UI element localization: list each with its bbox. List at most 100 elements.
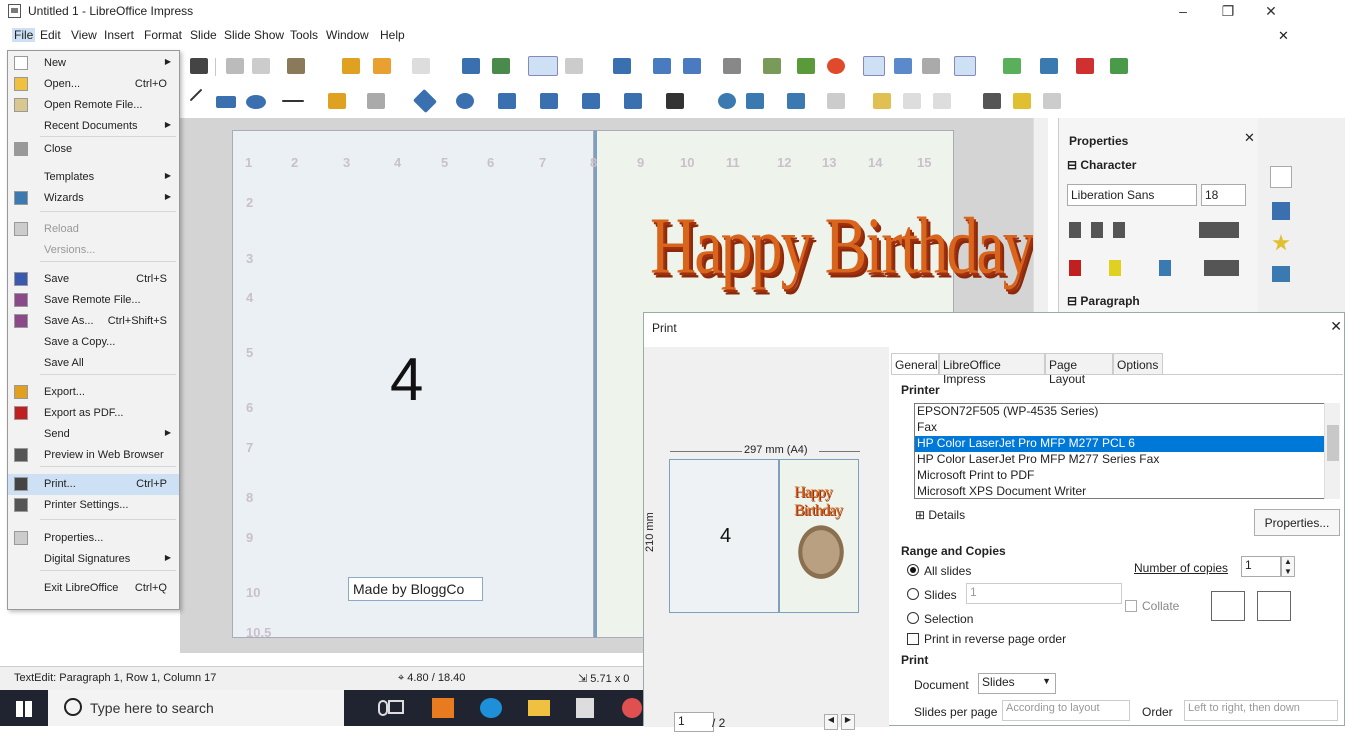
file-menu-item-digital-signatures[interactable]: Digital Signatures ▶ (8, 549, 179, 570)
font-color-icons[interactable] (1069, 260, 1239, 276)
restore-button[interactable]: ❐ (1205, 0, 1251, 24)
file-explorer-icon[interactable] (528, 700, 550, 716)
undo-icon[interactable] (373, 58, 391, 74)
menu-slide-show[interactable]: Slide Show (224, 28, 284, 42)
ellipse-icon[interactable] (246, 95, 266, 109)
text-box-icon[interactable] (863, 56, 885, 76)
character-section[interactable]: ⊟ Character (1067, 158, 1136, 172)
menu-insert[interactable]: Insert (104, 28, 134, 42)
basic-shapes-icon[interactable] (412, 88, 438, 114)
flowchart-icon[interactable] (540, 93, 558, 109)
file-menu-item-save-as[interactable]: Save As... Ctrl+Shift+S (8, 311, 179, 332)
stars-icon[interactable] (624, 93, 642, 109)
rotate-icon[interactable] (718, 93, 736, 109)
crop-icon[interactable] (903, 93, 921, 109)
printer-option[interactable]: HP Color LaserJet Pro MFP M277 Series Fa… (915, 452, 1325, 468)
file-menu-item-templates[interactable]: Templates ▶ (8, 167, 179, 188)
redo-icon[interactable] (412, 58, 430, 74)
document-select[interactable]: Slides ▼ (978, 673, 1056, 694)
slides-per-page-select[interactable]: According to layout (1002, 700, 1130, 721)
close-sidebar-icon[interactable]: ✕ (1244, 130, 1255, 146)
copies-spinner[interactable]: ▲ ▼ (1281, 556, 1295, 577)
copy-icon[interactable] (252, 58, 270, 74)
toggle-extrusion-icon[interactable] (1043, 93, 1061, 109)
table-icon[interactable] (723, 58, 741, 74)
points-icon[interactable] (983, 93, 1001, 109)
font-size-field[interactable]: 18 (1201, 184, 1246, 206)
tab-options[interactable]: Options (1113, 353, 1163, 375)
slide-icon[interactable] (613, 58, 631, 74)
menu-edit[interactable]: Edit (40, 28, 61, 42)
taskbar-search-box[interactable]: Type here to search (48, 690, 344, 726)
selection-radio[interactable] (907, 612, 919, 624)
fontwork-icon[interactable] (894, 58, 912, 74)
character-format-icons[interactable] (1069, 222, 1239, 238)
file-menu-item-close[interactable]: Close (8, 139, 179, 160)
menu-view[interactable]: View (71, 28, 97, 42)
symbol-shapes-icon[interactable] (456, 93, 474, 109)
file-menu-item-save[interactable]: Save Ctrl+S (8, 269, 179, 290)
print-icon[interactable] (190, 58, 208, 74)
file-menu-item-save-remote-file[interactable]: Save Remote File... (8, 290, 179, 311)
connectors-icon[interactable] (367, 93, 385, 109)
spelling-icon[interactable] (492, 58, 510, 74)
order-select[interactable]: Left to right, then down (1184, 700, 1338, 721)
slides-radio[interactable] (907, 588, 919, 600)
copies-field[interactable]: 1 (1241, 556, 1281, 577)
printer-option[interactable]: Microsoft Print to PDF (915, 468, 1325, 484)
3d-objects-icon[interactable] (666, 93, 684, 109)
file-menu-item-preview-in-web-browser[interactable]: Preview in Web Browser (8, 445, 179, 466)
menu-format[interactable]: Format (144, 28, 182, 42)
file-menu-item-save-all[interactable]: Save All (8, 353, 179, 374)
file-menu-item-printer-settings[interactable]: Printer Settings... (8, 495, 179, 516)
snap-guide-icon[interactable] (954, 56, 976, 76)
start-current-slide-icon[interactable] (683, 58, 701, 74)
printer-option[interactable]: EPSON72F505 (WP-4535 Series) (915, 404, 1325, 420)
file-menu-item-recent-documents[interactable]: Recent Documents ▶ (8, 116, 179, 137)
shadow-icon[interactable] (873, 93, 891, 109)
windows-start-icon[interactable] (16, 701, 32, 717)
cut-icon[interactable] (226, 58, 244, 74)
distribute-icon[interactable] (827, 93, 845, 109)
paragraph-section[interactable]: ⊟ Paragraph (1067, 294, 1140, 308)
microphone-icon[interactable] (378, 700, 388, 716)
arrow-line-icon[interactable] (282, 100, 304, 102)
rectangle-icon[interactable] (216, 96, 236, 108)
slide-transition-icon[interactable] (1272, 202, 1290, 220)
collate-checkbox[interactable] (1125, 600, 1137, 612)
prev-page-button[interactable]: ◀ (824, 714, 838, 730)
duplicate-slide-icon[interactable] (1040, 58, 1058, 74)
arrange-icon[interactable] (787, 93, 805, 109)
connector-icon[interactable] (922, 58, 940, 74)
file-menu-item-export-as-pdf[interactable]: Export as PDF... (8, 403, 179, 424)
made-by-textbox[interactable]: Made by BloggCo (348, 577, 483, 601)
menu-window[interactable]: Window (326, 28, 369, 42)
helplines-icon[interactable] (565, 58, 583, 74)
display-grid-icon[interactable] (528, 56, 558, 76)
printer-list-scrollbar[interactable] (1324, 403, 1340, 499)
task-view-icon[interactable] (388, 700, 404, 714)
master-slides-icon[interactable] (1272, 266, 1290, 282)
file-menu-item-properties[interactable]: Properties... (8, 528, 179, 549)
file-menu-item-wizards[interactable]: Wizards ▶ (8, 188, 179, 209)
calculator-icon[interactable] (576, 698, 594, 718)
file-menu-item-open-remote-file[interactable]: Open Remote File... (8, 95, 179, 116)
font-name-field[interactable]: Liberation Sans (1067, 184, 1197, 206)
new-slide-icon[interactable] (1003, 58, 1021, 74)
printer-list[interactable]: EPSON72F505 (WP-4535 Series) Fax HP Color … (914, 403, 1340, 499)
glue-points-icon[interactable] (1013, 93, 1031, 109)
line-icon[interactable] (189, 88, 203, 102)
file-menu-item-new[interactable]: New ▶ (8, 53, 179, 74)
paste-icon[interactable] (287, 58, 305, 74)
filter-icon[interactable] (933, 93, 951, 109)
file-menu-item-print[interactable]: Print... Ctrl+P (8, 474, 179, 495)
edge-icon[interactable] (480, 698, 502, 718)
block-arrows-icon[interactable] (498, 93, 516, 109)
file-menu-item-versions[interactable]: Versions... (8, 240, 179, 261)
paint-icon[interactable] (622, 698, 642, 718)
delete-slide-icon[interactable] (1076, 58, 1094, 74)
tab-libreoffice-impress[interactable]: LibreOffice Impress (939, 353, 1045, 386)
curve-icon[interactable] (328, 93, 346, 109)
media-icon[interactable] (797, 58, 815, 74)
file-menu-item-send[interactable]: Send ▶ (8, 424, 179, 445)
